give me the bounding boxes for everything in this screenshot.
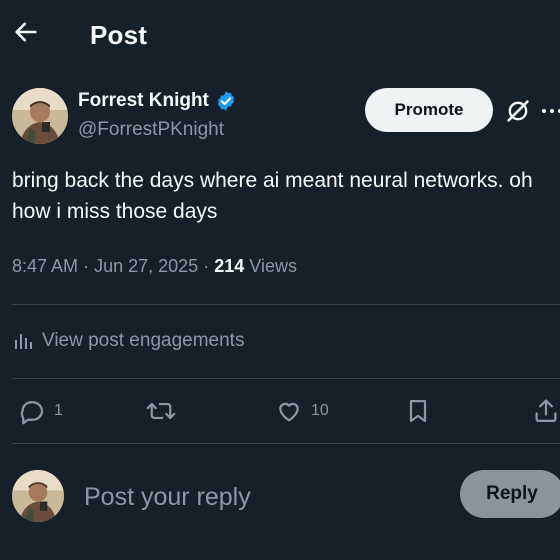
view-engagements-link[interactable]: View post engagements: [12, 330, 244, 352]
bookmark-icon: [409, 399, 427, 423]
analytics-icon: [15, 334, 32, 349]
author-name[interactable]: Forrest Knight: [78, 90, 209, 112]
promote-button[interactable]: Promote: [365, 88, 493, 132]
views-count: 214: [214, 256, 245, 276]
share-icon: [535, 399, 557, 423]
verified-badge-icon: [217, 91, 234, 111]
post-text: bring back the days where ai meant neura…: [12, 169, 533, 223]
reply-icon: [20, 401, 44, 425]
post-meta: 8:47 AM · Jun 27, 2025 · 214 Views: [12, 256, 297, 277]
author-name-row[interactable]: Forrest Knight: [78, 90, 237, 112]
reply-action[interactable]: 1: [18, 397, 63, 425]
avatar[interactable]: [12, 88, 68, 144]
reply-input[interactable]: [82, 475, 446, 519]
back-button[interactable]: [12, 18, 40, 46]
reply-count: 1: [54, 402, 63, 419]
author-handle[interactable]: @ForrestPKnight: [78, 119, 224, 141]
post-time[interactable]: 8:47 AM: [12, 256, 78, 276]
post-date[interactable]: Jun 27, 2025: [94, 256, 198, 276]
like-count: 10: [311, 402, 329, 419]
divider: [12, 378, 560, 379]
bookmark-action[interactable]: [404, 397, 432, 425]
avatar-image: [12, 88, 68, 144]
avatar-image: [12, 470, 64, 522]
more-button[interactable]: [540, 97, 560, 125]
repost-icon: [146, 402, 176, 420]
more-icon: [542, 109, 560, 113]
arrow-left-icon: [15, 22, 37, 42]
engagements-label: View post engagements: [42, 330, 245, 351]
share-action[interactable]: [532, 397, 560, 425]
meta-separator: ·: [83, 256, 90, 276]
like-action[interactable]: 10: [275, 397, 329, 425]
page-title: Post: [90, 20, 148, 50]
current-user-avatar[interactable]: [12, 470, 64, 522]
divider: [12, 443, 560, 444]
like-icon: [279, 402, 299, 422]
grok-button[interactable]: [504, 97, 532, 125]
reply-button[interactable]: Reply: [460, 470, 560, 518]
meta-separator: ·: [203, 256, 210, 276]
grok-icon: [507, 100, 529, 122]
repost-action[interactable]: [146, 397, 184, 425]
divider: [12, 304, 560, 305]
views-label: Views: [249, 256, 297, 276]
